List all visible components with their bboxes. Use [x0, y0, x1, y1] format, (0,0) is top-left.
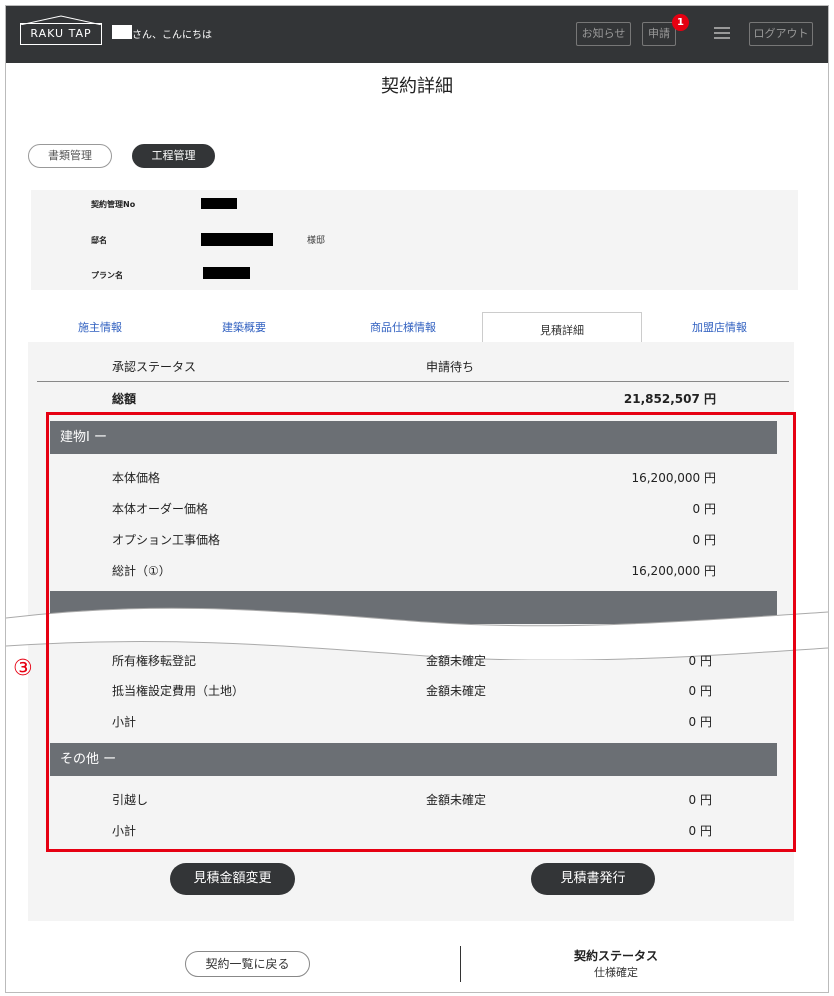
contract-status-value: 仕様確定	[594, 966, 638, 979]
hamburger-menu-icon[interactable]	[714, 27, 730, 40]
divider	[37, 381, 789, 382]
house-roof-icon	[20, 15, 102, 25]
apply-button[interactable]: 申請	[642, 22, 676, 46]
tab-process-management[interactable]: 工程管理	[132, 144, 215, 168]
logout-button[interactable]: ログアウト	[749, 22, 813, 46]
tab-owner-info[interactable]: 施主情報	[78, 319, 122, 335]
tab-estimate-detail-label: 見積詳細	[540, 324, 584, 337]
greeting-text: さん、こんにちは	[132, 30, 212, 41]
approval-status-value: 申請待ち	[426, 360, 475, 374]
tab-document-management[interactable]: 書類管理	[28, 144, 112, 168]
plan-name-label: プラン名	[91, 271, 123, 280]
logo[interactable]: RAKU TAP	[20, 15, 102, 45]
tab-franchise-info[interactable]: 加盟店情報	[692, 319, 747, 335]
contract-info-block: 契約管理No 邸名 様邸 プラン名	[31, 190, 798, 290]
apply-count-badge: 1	[672, 14, 689, 31]
contract-status-label: 契約ステータス	[573, 949, 658, 963]
plan-name-redacted	[203, 267, 250, 279]
footer-divider	[460, 946, 461, 982]
notice-button[interactable]: お知らせ	[576, 22, 631, 46]
total-value: 21,852,507 円	[623, 392, 716, 406]
owner-label: 邸名	[91, 236, 107, 245]
annotation-highlight-box	[46, 412, 796, 852]
change-estimate-button[interactable]: 見積金額変更	[170, 863, 295, 895]
approval-status-label: 承認ステータス	[112, 360, 197, 374]
page-title: 契約詳細	[381, 76, 453, 97]
annotation-marker: ③	[13, 656, 33, 681]
contract-no-label: 契約管理No	[91, 200, 136, 209]
back-to-contract-list-button[interactable]: 契約一覧に戻る	[185, 951, 310, 977]
contract-no-redacted	[201, 198, 237, 209]
logo-text: RAKU TAP	[30, 27, 92, 40]
app-header: RAKU TAP さん、こんにちは お知らせ 申請 1 ログアウト	[6, 6, 828, 63]
tab-estimate-detail[interactable]: 見積詳細	[482, 312, 642, 343]
user-name-redacted	[112, 25, 132, 39]
tab-building-overview[interactable]: 建築概要	[222, 319, 266, 335]
owner-name-redacted	[201, 233, 273, 246]
tab-product-spec[interactable]: 商品仕様情報	[370, 319, 436, 335]
issue-estimate-button[interactable]: 見積書発行	[531, 863, 655, 895]
total-label: 総額	[112, 392, 137, 406]
owner-suffix: 様邸	[307, 236, 326, 246]
page-frame: RAKU TAP さん、こんにちは お知らせ 申請 1 ログアウト 契約詳細 書…	[5, 5, 829, 993]
